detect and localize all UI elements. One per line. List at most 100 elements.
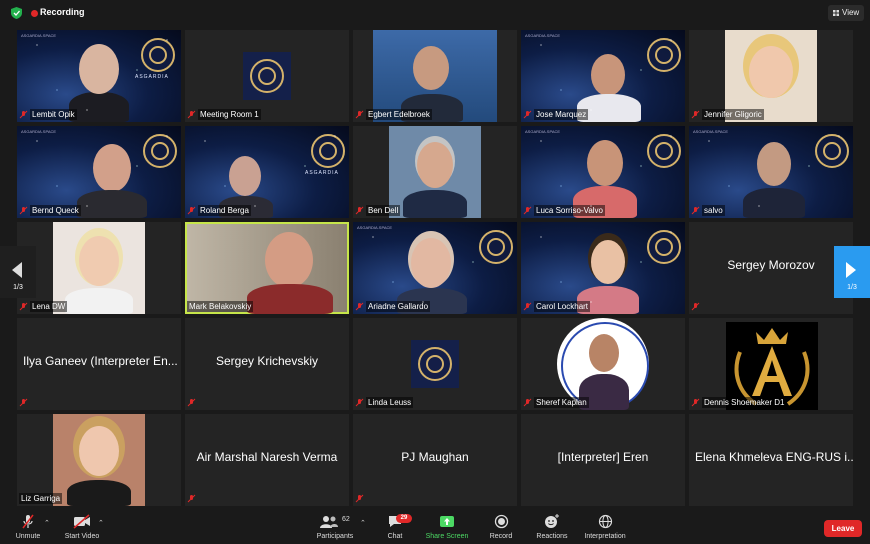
muted-mic-icon	[355, 302, 364, 311]
participant-name: Linda Leuss	[366, 397, 414, 408]
next-page-button[interactable]: 1/3	[834, 246, 870, 298]
participant-tile[interactable]: Linda Leuss	[353, 318, 517, 410]
participant-tile[interactable]: Carol Lockhart	[521, 222, 685, 314]
participant-tile[interactable]: Meeting Room 1	[185, 30, 349, 122]
participant-tile[interactable]: Liz Garriga	[17, 414, 181, 506]
muted-mic-icon	[187, 494, 196, 503]
muted-mic-icon	[187, 398, 196, 407]
participant-face	[591, 240, 625, 284]
participant-tile[interactable]: Sergey Morozov	[689, 222, 853, 314]
participant-tile[interactable]: ASGARDIA.SPACE Ariadne Gallardo	[353, 222, 517, 314]
muted-mic-icon	[355, 110, 364, 119]
participant-tile[interactable]: Egbert Edelbroek	[353, 30, 517, 122]
participant-tile[interactable]: ASGARDIA.SPACE Luca Sorriso-Valvo	[521, 126, 685, 218]
participant-name: Lembit Opik	[30, 109, 77, 120]
start-video-label: Start Video	[64, 533, 100, 540]
muted-mic-icon	[19, 206, 28, 215]
participant-face	[229, 156, 261, 196]
participant-tile[interactable]: ASGARDIA.SPACE salvo	[689, 126, 853, 218]
participant-name: Lena DW	[30, 301, 68, 312]
muted-mic-icon	[19, 398, 28, 407]
participant-tile[interactable]: Jennifer Gligoric	[689, 30, 853, 122]
muted-mic-icon	[691, 302, 700, 311]
participant-body	[573, 186, 637, 218]
participant-tile[interactable]: [Interpreter] Eren	[521, 414, 685, 506]
participant-display-name: Elena Khmeleva ENG-RUS i...	[695, 450, 853, 464]
participant-tile[interactable]: Lena DW	[17, 222, 181, 314]
share-screen-label: Share Screen	[425, 533, 469, 540]
muted-mic-icon	[19, 302, 28, 311]
muted-mic-icon	[355, 494, 364, 503]
participant-tile[interactable]: ASGARDIA Roland Berga	[185, 126, 349, 218]
audio-options-chevron-icon[interactable]: ⌃	[44, 519, 50, 527]
participant-body	[403, 190, 467, 218]
participant-body	[219, 196, 273, 218]
previous-page-button[interactable]: 1/3	[0, 246, 36, 298]
participant-name: Jennifer Gligoric	[702, 109, 764, 120]
leave-button[interactable]: Leave	[824, 520, 862, 537]
participant-face	[79, 236, 119, 286]
participant-tile[interactable]: Sergey Krichevskiy	[185, 318, 349, 410]
participants-icon	[320, 516, 338, 528]
muted-mic-icon	[187, 110, 196, 119]
participant-name: Egbert Edelbroek	[366, 109, 432, 120]
asgardia-space-text: ASGARDIA.SPACE	[525, 129, 561, 134]
participant-tile[interactable]: ASGARDIA ASGARDIA.SPACE Lembit Opik	[17, 30, 181, 122]
participant-name: Sheref Kaplan	[534, 397, 589, 408]
participant-face	[587, 140, 623, 186]
participant-body	[577, 94, 641, 122]
participant-body	[743, 188, 805, 218]
view-button[interactable]: View	[828, 5, 864, 21]
video-options-chevron-icon[interactable]: ⌃	[98, 519, 104, 527]
interpretation-button[interactable]: Interpretation	[580, 514, 630, 540]
asgardia-space-text: ASGARDIA.SPACE	[21, 33, 57, 38]
asgardia-space-text: ASGARDIA.SPACE	[693, 129, 729, 134]
asgardia-space-text: ASGARDIA.SPACE	[525, 33, 561, 38]
participant-tile[interactable]: Ilya Ganeev (Interpreter En...	[17, 318, 181, 410]
unmute-button[interactable]: Unmute	[8, 514, 48, 540]
participant-face	[93, 144, 131, 192]
security-shield-icon[interactable]	[11, 7, 22, 19]
participant-display-name: Air Marshal Naresh Verma	[196, 450, 338, 464]
start-video-button[interactable]: Start Video	[60, 514, 104, 540]
participant-name: Jose Marquez	[534, 109, 589, 120]
record-button[interactable]: Record	[486, 514, 516, 540]
participant-tile[interactable]: Ben Dell	[353, 126, 517, 218]
chat-unread-badge: 29	[396, 514, 412, 523]
participant-tile[interactable]: Air Marshal Naresh Verma	[185, 414, 349, 506]
participant-tile[interactable]: Elena Khmeleva ENG-RUS i...	[689, 414, 853, 506]
asgardia-emblem-icon	[418, 347, 452, 381]
asgardia-emblem-icon	[647, 134, 681, 168]
muted-mic-icon	[691, 206, 700, 215]
participant-body	[67, 480, 131, 506]
asgardia-emblem-icon	[647, 230, 681, 264]
participants-button[interactable]: 62 Participants	[312, 514, 358, 540]
muted-mic-icon	[691, 110, 700, 119]
participant-name: Ariadne Gallardo	[366, 301, 431, 312]
unmute-label: Unmute	[15, 533, 41, 540]
asgardia-logo-icon	[243, 52, 291, 100]
participant-tile-active-speaker[interactable]: Mark Belakovskiy	[185, 222, 349, 314]
participant-face	[265, 232, 313, 288]
share-screen-button[interactable]: Share Screen	[422, 514, 472, 540]
participants-options-chevron-icon[interactable]: ⌃	[360, 519, 366, 527]
record-label: Record	[489, 533, 513, 540]
participant-tile[interactable]: ASGARDIA.SPACE Jose Marquez	[521, 30, 685, 122]
participant-name: Bernd Queck	[30, 205, 81, 216]
asgardia-emblem-icon	[311, 134, 345, 168]
participant-tile[interactable]: ASGARDIA.SPACE Bernd Queck	[17, 126, 181, 218]
participants-count: 62	[342, 516, 350, 523]
reactions-button[interactable]: Reactions	[532, 514, 572, 540]
participant-tile[interactable]: PJ Maughan	[353, 414, 517, 506]
muted-mic-icon	[22, 514, 34, 529]
participant-name: Carol Lockhart	[534, 301, 591, 312]
chat-label: Chat	[387, 533, 403, 540]
grid-view-icon	[833, 10, 839, 16]
asgardia-emblem-icon	[141, 38, 175, 72]
participant-tile[interactable]: Dennis Shoemaker D1	[689, 318, 853, 410]
asgardia-emblem-icon	[250, 59, 284, 93]
participant-name: Roland Berga	[198, 205, 251, 216]
meeting-toolbar: Unmute ⌃ Start Video ⌃ 62 Participants ⌃	[0, 510, 870, 544]
participant-tile[interactable]: Sheref Kaplan	[521, 318, 685, 410]
participant-name: Liz Garriga	[19, 493, 63, 504]
